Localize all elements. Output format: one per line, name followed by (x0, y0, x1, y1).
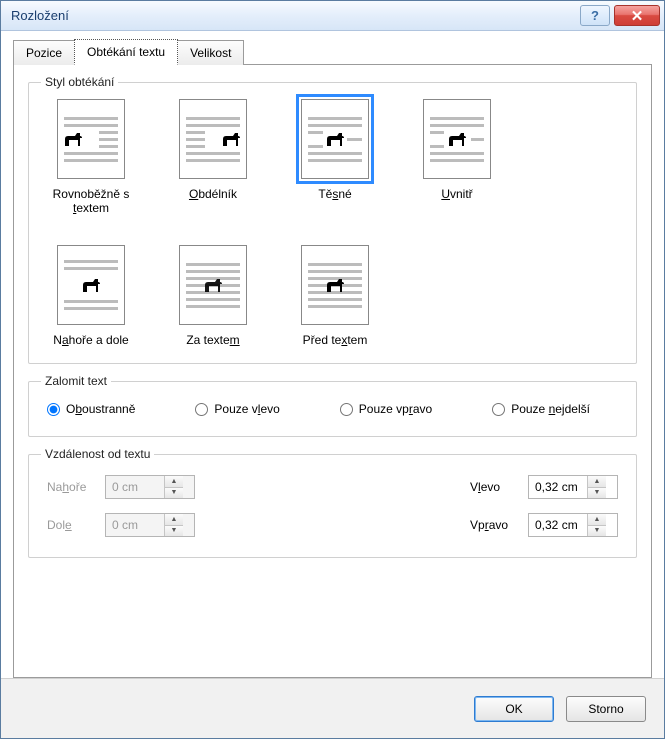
label-bottom: Dole (47, 518, 105, 532)
spinner-left[interactable]: ▲▼ (528, 475, 618, 499)
wrap-behind-thumb (179, 245, 247, 325)
spinner-right[interactable]: ▲▼ (528, 513, 618, 537)
title-text: Rozložení (11, 8, 69, 23)
radio-right-input[interactable] (340, 403, 353, 416)
radio-largest-input[interactable] (492, 403, 505, 416)
wrap-front-thumb (301, 245, 369, 325)
dog-icon (202, 276, 224, 294)
label-left: Vlevo (470, 480, 528, 494)
tab-wrapping[interactable]: Obtékání textu (74, 39, 178, 65)
wrap-topbottom-thumb (57, 245, 125, 325)
wrap-behind-label: Za textem (163, 333, 263, 347)
spin-down-icon: ▼ (165, 487, 183, 499)
spin-up-icon: ▲ (165, 476, 183, 487)
wrap-front-label: Před textem (285, 333, 385, 347)
label-top: Nahoře (47, 480, 105, 494)
group-wrap-text: Zalomit text Oboustranně Pouze vlevo Pou… (28, 374, 637, 437)
wrap-square-label: Obdélník (163, 187, 263, 201)
wrap-through[interactable]: Uvnitř (407, 99, 507, 215)
wrap-through-label: Uvnitř (407, 187, 507, 201)
dog-icon (220, 130, 242, 148)
radio-both-input[interactable] (47, 403, 60, 416)
input-top (106, 476, 164, 498)
wrap-through-thumb (423, 99, 491, 179)
spin-up-icon: ▲ (165, 514, 183, 525)
tab-size[interactable]: Velikost (177, 40, 244, 65)
radio-left[interactable]: Pouze vlevo (195, 402, 279, 416)
group-wrap-style: Styl obtékání Rovnoběžně s textem (28, 75, 637, 364)
wrap-inline[interactable]: Rovnoběžně s textem (41, 99, 141, 215)
input-bottom (106, 514, 164, 536)
titlebar: Rozložení ? ✕ (1, 1, 664, 31)
dialog-window: Rozložení ? ✕ Pozice Obtékání textu Veli… (0, 0, 665, 739)
group-distance: Vzdálenost od textu Nahoře ▲▼ Vlevo ▲▼ D… (28, 447, 637, 558)
dog-icon (446, 130, 468, 148)
radio-left-input[interactable] (195, 403, 208, 416)
wrap-square[interactable]: Obdélník (163, 99, 263, 215)
tab-position[interactable]: Pozice (13, 40, 75, 65)
wrap-behind[interactable]: Za textem (163, 245, 263, 347)
cancel-button[interactable]: Storno (566, 696, 646, 722)
wrap-tight-thumb (301, 99, 369, 179)
label-right: Vpravo (470, 518, 528, 532)
wrap-tight-label: Těsné (285, 187, 385, 201)
radio-right[interactable]: Pouze vpravo (340, 402, 432, 416)
input-right[interactable] (529, 514, 587, 536)
spin-down-icon: ▼ (165, 525, 183, 537)
group-wrap-style-legend: Styl obtékání (41, 75, 118, 89)
spin-up-icon[interactable]: ▲ (588, 514, 606, 525)
radio-largest[interactable]: Pouze nejdelší (492, 402, 590, 416)
spinner-bottom: ▲▼ (105, 513, 195, 537)
ok-button[interactable]: OK (474, 696, 554, 722)
help-button[interactable]: ? (580, 5, 610, 26)
wrap-front[interactable]: Před textem (285, 245, 385, 347)
spinner-top: ▲▼ (105, 475, 195, 499)
spin-down-icon[interactable]: ▼ (588, 487, 606, 499)
dog-icon (62, 130, 84, 148)
input-left[interactable] (529, 476, 587, 498)
wrap-inline-thumb (57, 99, 125, 179)
radio-both[interactable]: Oboustranně (47, 402, 135, 416)
close-button[interactable]: ✕ (614, 5, 660, 26)
wrap-topbottom[interactable]: Nahoře a dole (41, 245, 141, 347)
wrap-square-thumb (179, 99, 247, 179)
dialog-footer: OK Storno (1, 678, 664, 738)
spin-up-icon[interactable]: ▲ (588, 476, 606, 487)
dog-icon (324, 276, 346, 294)
group-wrap-text-legend: Zalomit text (41, 374, 111, 388)
tab-bar: Pozice Obtékání textu Velikost (13, 39, 652, 65)
wrap-topbottom-label: Nahoře a dole (41, 333, 141, 347)
dog-icon (324, 130, 346, 148)
spin-down-icon[interactable]: ▼ (588, 525, 606, 537)
wrap-inline-label: Rovnoběžně s textem (41, 187, 141, 215)
wrap-tight[interactable]: Těsné (285, 99, 385, 215)
group-distance-legend: Vzdálenost od textu (41, 447, 154, 461)
dog-icon (80, 276, 102, 294)
tab-panel: Styl obtékání Rovnoběžně s textem (13, 64, 652, 678)
